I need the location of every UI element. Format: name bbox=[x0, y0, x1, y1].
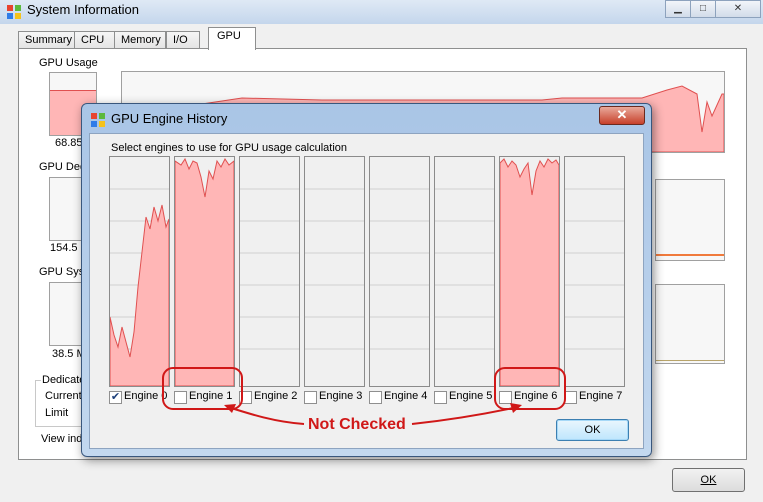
gpu-engine-history-dialog: GPU Engine History ✕ Select engines to u… bbox=[81, 103, 652, 457]
tab-cpu[interactable]: CPU bbox=[74, 31, 115, 49]
gpu-usage-value: 68.85 bbox=[55, 137, 83, 149]
engine-3-graph bbox=[304, 156, 365, 387]
engine-4-plot bbox=[370, 188, 429, 350]
dialog-ok-button[interactable]: OK bbox=[556, 419, 629, 441]
tab-gpu[interactable]: GPU bbox=[208, 27, 256, 50]
engine-5-plot bbox=[435, 188, 494, 350]
engine-6-graph bbox=[499, 156, 560, 387]
tab-io[interactable]: I/O bbox=[166, 31, 200, 49]
not-checked-annotation: Not Checked bbox=[308, 416, 406, 433]
engine-4-label: Engine 4 bbox=[384, 390, 428, 402]
engine-1-check-box[interactable] bbox=[174, 391, 187, 404]
engine-7-plot bbox=[565, 188, 624, 350]
tab-summary[interactable]: Summary bbox=[18, 31, 76, 49]
dialog-close-button[interactable]: ✕ bbox=[599, 106, 645, 125]
dialog-app-icon bbox=[91, 113, 105, 127]
close-button[interactable]: ✕ bbox=[715, 0, 761, 18]
engine-0-plot bbox=[109, 188, 170, 387]
app-icon bbox=[7, 5, 21, 19]
engine-2-plot bbox=[240, 188, 299, 350]
engine-7-label: Engine 7 bbox=[579, 390, 623, 402]
main-ok-button[interactable]: OK bbox=[672, 468, 745, 492]
engine-3-check-box[interactable] bbox=[304, 391, 317, 404]
engine-5-graph bbox=[434, 156, 495, 387]
engine-3-plot bbox=[305, 188, 364, 350]
engine-6-check-box[interactable] bbox=[499, 391, 512, 404]
gpu-system-line bbox=[656, 360, 724, 361]
gpu-dedicated-history-graph bbox=[655, 179, 725, 261]
gpu-system-history-graph bbox=[655, 284, 725, 364]
dialog-client-area: Select engines to use for GPU usage calc… bbox=[89, 133, 644, 449]
engine-2-label: Engine 2 bbox=[254, 390, 298, 402]
current-label: Current bbox=[45, 390, 82, 402]
engine-0-label: Engine 0 bbox=[124, 390, 168, 402]
engine-3-label: Engine 3 bbox=[319, 390, 363, 402]
minimize-button[interactable]: ▁ bbox=[665, 0, 691, 18]
gpu-dedicated-line bbox=[656, 254, 724, 256]
engine-7-check-box[interactable] bbox=[564, 391, 577, 404]
main-titlebar[interactable]: System Information ▁ □ ✕ bbox=[0, 0, 763, 24]
limit-label: Limit bbox=[45, 407, 69, 419]
engine-4-check-box[interactable] bbox=[369, 391, 382, 404]
dialog-caption: Select engines to use for GPU usage calc… bbox=[111, 142, 348, 154]
dialog-title: GPU Engine History bbox=[111, 111, 228, 126]
engine-6-plot bbox=[499, 158, 560, 387]
engine-1-plot bbox=[174, 157, 235, 387]
engine-6-label: Engine 6 bbox=[514, 390, 558, 402]
engine-1-label: Engine 1 bbox=[189, 390, 233, 402]
maximize-button[interactable]: □ bbox=[690, 0, 716, 18]
gpu-dedicated-value: 154.5 I bbox=[50, 242, 84, 254]
engine-7-graph bbox=[564, 156, 625, 387]
engine-5-label: Engine 5 bbox=[449, 390, 493, 402]
engine-1-graph bbox=[174, 156, 235, 387]
tab-memory[interactable]: Memory bbox=[114, 31, 166, 49]
engine-0-graph bbox=[109, 156, 170, 387]
gpu-usage-label: GPU Usage bbox=[39, 57, 98, 69]
view-indicator-link[interactable]: View ind bbox=[41, 433, 82, 445]
engine-2-check-box[interactable] bbox=[239, 391, 252, 404]
dedicated-group-label: Dedicate bbox=[41, 374, 87, 386]
engine-4-graph bbox=[369, 156, 430, 387]
main-window-title: System Information bbox=[27, 2, 139, 17]
engine-5-check-box[interactable] bbox=[434, 391, 447, 404]
engine-0-check-mark[interactable]: ✔ bbox=[109, 391, 122, 404]
engine-2-graph bbox=[239, 156, 300, 387]
